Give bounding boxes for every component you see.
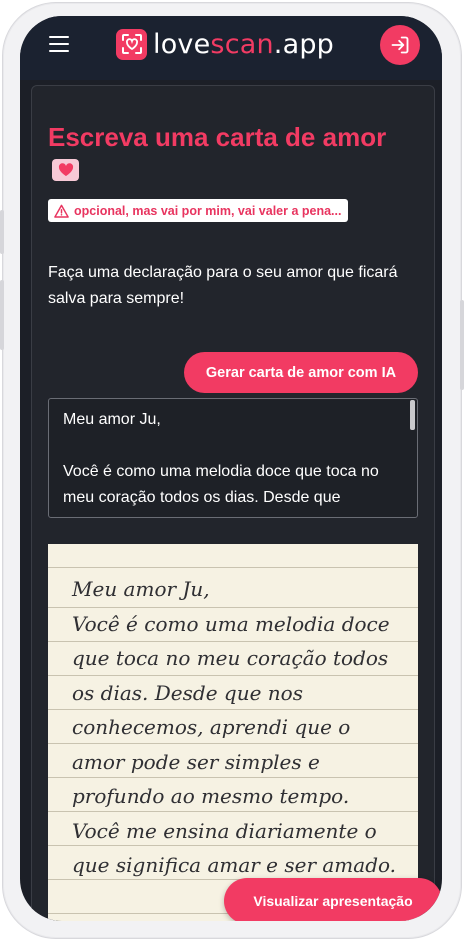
phone-side-button <box>0 210 4 254</box>
page-title: Escreva uma carta de amor <box>48 122 387 152</box>
phone-screen: lovescan.app Escreva uma carta de amor o… <box>20 16 442 921</box>
phone-side-button <box>0 280 4 350</box>
heart-scan-icon <box>116 28 147 60</box>
heart-letter-icon <box>52 159 79 181</box>
warning-icon <box>54 204 69 218</box>
phone-side-button <box>460 300 464 390</box>
login-button[interactable] <box>380 25 420 65</box>
view-presentation-button[interactable]: Visualizar apresentação <box>224 878 442 921</box>
letter-preview-text: Meu amor Ju, Você é como uma melodia doc… <box>72 577 397 877</box>
badge-text: opcional, mas vai por mim, vai valer a p… <box>74 203 342 218</box>
letter-textarea[interactable]: Meu amor Ju, Você é como uma melodia doc… <box>48 398 418 518</box>
top-navigation-bar: lovescan.app <box>20 16 442 80</box>
generate-ai-letter-button[interactable]: Gerar carta de amor com IA <box>184 352 418 393</box>
hamburger-icon[interactable] <box>49 36 69 53</box>
letter-preview-paper: Meu amor Ju, Você é como uma melodia doc… <box>48 544 418 921</box>
optional-badge: opcional, mas vai por mim, vai valer a p… <box>48 199 349 222</box>
logo-text: lovescan.app <box>153 28 335 60</box>
description: Faça uma declaração para o seu amor que … <box>48 264 398 307</box>
login-arrow-icon <box>391 36 409 54</box>
textarea-scrollbar[interactable] <box>410 400 415 430</box>
letter-textarea-value: Meu amor Ju, Você é como uma melodia doc… <box>63 411 379 506</box>
logo[interactable]: lovescan.app <box>116 27 334 61</box>
